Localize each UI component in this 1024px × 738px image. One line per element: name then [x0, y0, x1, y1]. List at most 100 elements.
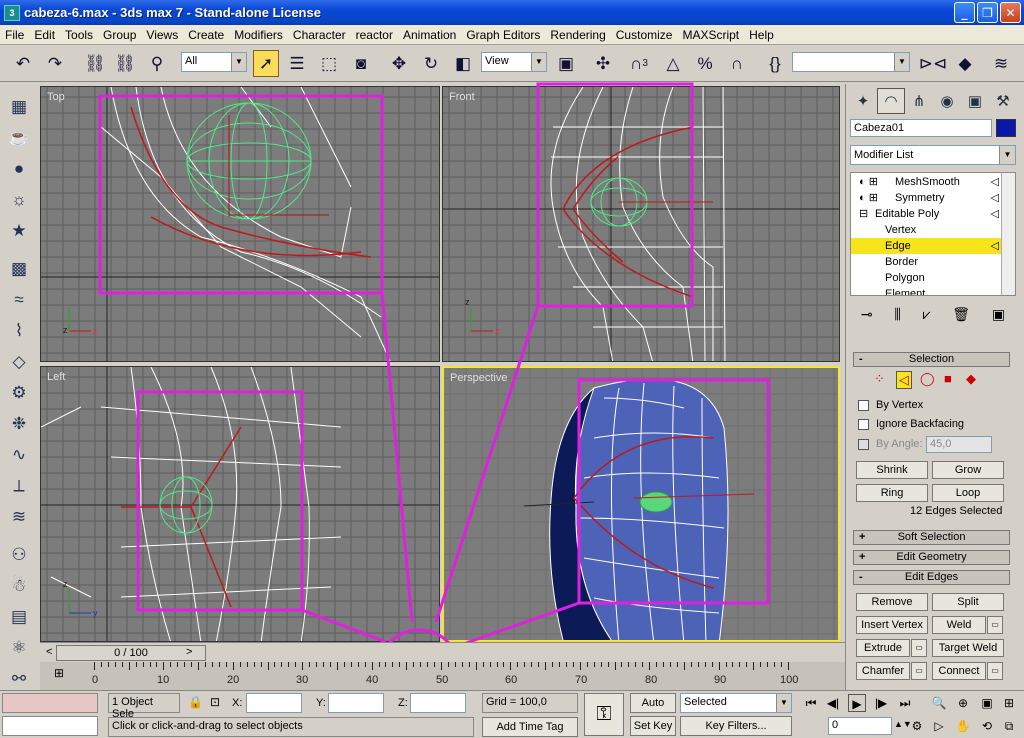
key-filters-button[interactable]: Key Filters...	[680, 716, 792, 736]
menu-views[interactable]: Views	[141, 28, 183, 42]
viewport-label-perspective[interactable]: Perspective	[450, 372, 507, 384]
stack-item-border[interactable]: Border	[851, 254, 1001, 270]
bind-spacewarp-icon[interactable]: ⚲	[144, 50, 170, 77]
zoom-all-icon[interactable]: ⊕	[954, 694, 972, 712]
redo-icon[interactable]: ↷	[42, 50, 68, 77]
by-angle-checkbox[interactable]	[858, 439, 869, 450]
create-light-icon[interactable]: ☼	[6, 187, 32, 213]
object-color-swatch[interactable]	[996, 119, 1016, 137]
configure-modifier-sets-icon[interactable]: ▣	[992, 306, 1005, 323]
pin-stack-icon[interactable]: ⊸	[861, 306, 873, 323]
menu-animation[interactable]: Animation	[398, 28, 461, 42]
connect-button[interactable]: Connect ▭	[932, 662, 1003, 680]
y-coordinate-input[interactable]	[328, 693, 384, 713]
menu-character[interactable]: Character	[288, 28, 351, 42]
soft-selection-rollout-header[interactable]: + Soft Selection	[853, 530, 1010, 545]
menu-group[interactable]: Group	[98, 28, 141, 42]
edit-mesh-icon[interactable]: ◇	[6, 349, 32, 375]
loop-button[interactable]: Loop	[932, 484, 1004, 502]
object-name-field[interactable]: Cabeza01	[850, 119, 992, 137]
link-icon[interactable]: ⛓	[82, 50, 108, 77]
extrude-settings-icon[interactable]: ▭	[911, 639, 927, 657]
move-icon[interactable]: ✥	[386, 50, 412, 77]
maximize-button[interactable]: ❐	[977, 2, 998, 23]
next-frame-icon[interactable]: |▶	[872, 694, 890, 712]
z-coordinate-input[interactable]	[410, 693, 466, 713]
connect-settings-icon[interactable]: ▭	[987, 662, 1003, 680]
create-star-icon[interactable]: ★	[6, 218, 32, 244]
rectangular-selection-icon[interactable]: ⬚	[316, 50, 342, 77]
play-icon[interactable]: ▶	[848, 694, 866, 712]
auto-key-button[interactable]: Auto Key	[630, 693, 676, 727]
select-object-icon[interactable]: ➚	[253, 50, 279, 77]
bend-modifier-icon[interactable]: ≈	[6, 287, 32, 313]
edit-named-selections-icon[interactable]: {}	[762, 50, 788, 77]
angle-snap-icon[interactable]: △	[660, 50, 686, 77]
cloth-icon[interactable]: ⚯	[6, 666, 32, 692]
scale-icon[interactable]: ◧	[450, 50, 476, 77]
hierarchy-tab-icon[interactable]: ⋔	[905, 88, 933, 114]
menu-create[interactable]: Create	[183, 28, 229, 42]
particle-icon[interactable]: ❉	[6, 411, 32, 437]
time-next-button[interactable]: >	[186, 646, 192, 658]
time-slider[interactable]: 0 / 100	[56, 645, 206, 661]
window-crossing-icon[interactable]: ◙	[348, 50, 374, 77]
key-selection-dropdown[interactable]: Selected ▼	[680, 693, 792, 713]
grow-button[interactable]: Grow	[932, 461, 1004, 479]
chamfer-button[interactable]: Chamfer ▭	[856, 662, 927, 680]
chamfer-settings-icon[interactable]: ▭	[911, 662, 927, 680]
time-config-icon[interactable]: ⚙	[908, 717, 926, 735]
snap-toggle-icon[interactable]: ∩ 3	[626, 50, 652, 77]
set-key-button[interactable]: Set Key	[630, 716, 676, 736]
spline-icon[interactable]: ∿	[6, 442, 32, 468]
show-end-result-icon[interactable]: ⫼	[894, 306, 900, 323]
absolute-mode-icon[interactable]: ⊡	[210, 695, 220, 709]
viewport-front[interactable]: x z Front	[442, 86, 840, 362]
curve-editor-icon[interactable]: ⊞	[54, 666, 64, 680]
close-button[interactable]: ✕	[1000, 2, 1021, 23]
ring-button[interactable]: Ring	[856, 484, 928, 502]
wave-icon[interactable]: ≋	[6, 504, 32, 530]
x-coordinate-input[interactable]	[246, 693, 302, 713]
stack-item-element[interactable]: Element	[851, 286, 1001, 295]
bone-icon[interactable]: ⟂	[6, 473, 32, 499]
remove-modifier-icon[interactable]: 🗑	[952, 306, 970, 323]
create-box-icon[interactable]: ▦	[6, 94, 32, 120]
menu-edit[interactable]: Edit	[29, 28, 60, 42]
edit-geometry-rollout-header[interactable]: + Edit Geometry	[853, 550, 1010, 565]
target-weld-button[interactable]: Target Weld	[932, 639, 1004, 657]
material-editor-icon[interactable]: ▩	[6, 256, 32, 282]
lock-icon[interactable]: 🔒	[188, 695, 203, 709]
set-keys-key-icon[interactable]: ⚿	[584, 693, 624, 736]
modify-tab-icon[interactable]: ◠	[877, 88, 905, 114]
stack-item-editable-poly[interactable]: ⊟ Editable Poly ◁	[851, 206, 1001, 222]
maxscript-listener-mini[interactable]	[2, 693, 98, 713]
zoom-extents-icon[interactable]: ▣	[978, 694, 996, 712]
border-mode-icon[interactable]: ◯	[920, 371, 935, 387]
motion-tab-icon[interactable]: ◉	[933, 88, 961, 114]
time-prev-button[interactable]: <	[46, 646, 52, 658]
create-tab-icon[interactable]: ✦	[849, 88, 877, 114]
stack-item-polygon[interactable]: Polygon	[851, 270, 1001, 286]
create-teapot-icon[interactable]: ☕	[6, 125, 32, 151]
zoom-extents-all-icon[interactable]: ⊞	[1000, 694, 1018, 712]
reactor-icon[interactable]: ⚛	[6, 635, 32, 661]
insert-vertex-button[interactable]: Insert Vertex	[856, 616, 928, 634]
by-angle-input[interactable]: 45,0	[926, 436, 992, 453]
render-icon[interactable]: ▤	[6, 604, 32, 630]
gear-icon[interactable]: ⚙	[6, 380, 32, 406]
viewport-label-left[interactable]: Left	[47, 371, 65, 383]
viewport-label-top[interactable]: Top	[47, 91, 65, 103]
current-frame-input[interactable]: 0	[828, 717, 892, 735]
viewport-top[interactable]: x z Top	[40, 86, 440, 362]
undo-icon[interactable]: ↶	[10, 50, 36, 77]
weld-settings-icon[interactable]: ▭	[987, 616, 1003, 634]
viewport-perspective[interactable]: Perspective	[442, 366, 840, 642]
modifier-list-dropdown[interactable]: Modifier List ▼	[850, 145, 1016, 165]
stack-item-vertex[interactable]: Vertex	[851, 222, 1001, 238]
unlink-icon[interactable]: ⛓	[112, 50, 138, 77]
edge-mode-icon[interactable]: ◁	[896, 371, 912, 389]
pan-icon[interactable]: ✋	[954, 717, 972, 735]
weld-button[interactable]: Weld ▭	[932, 616, 1003, 634]
maximize-viewport-icon[interactable]: ⧉	[1000, 717, 1018, 735]
